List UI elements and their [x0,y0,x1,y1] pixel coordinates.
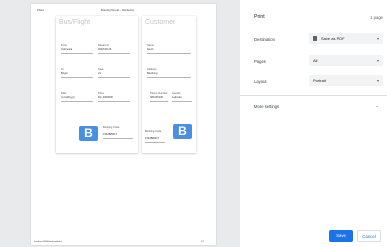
trip-field-from: From Indonesia [61,44,93,54]
destination-label: Destination [254,37,275,42]
field-underline [147,77,191,78]
field-underline [147,53,191,54]
page-count: 1 page [370,15,383,20]
field-value: Bandung [147,72,158,75]
field-value: Laki-laki [172,96,182,99]
field-label: Date [61,92,67,95]
field-value: Indonesia [61,48,73,51]
field-value: mm/dd/yyyy [61,96,75,99]
trip-field-price: Price Rp. 2000000 [98,92,130,102]
trip-booking-code: Booking Code 1542B89GT [103,126,133,139]
trip-field-seat: Seat 21 [98,68,130,78]
field-label: Depart At [98,44,109,47]
print-settings-panel: Print 1 page Destination Save as PDF ▾ P… [240,0,387,247]
field-value: 21 [98,72,101,75]
panel-divider [240,95,387,96]
field-value: Rp. 2000000 [98,96,113,99]
trip-card: Bus/Flight From Indonesia Depart At 2018… [56,16,138,153]
cancel-button[interactable]: Cancel [357,230,381,242]
customer-booking-code: Booking Code 1542B89GT [145,130,165,143]
save-button[interactable]: Save [329,230,353,242]
pages-select[interactable]: All ▾ [309,55,383,66]
field-label: Gender [172,92,181,95]
field-underline [61,101,93,102]
field-underline [172,101,192,102]
field-underline [98,53,130,54]
chevron-down-icon: ▾ [376,35,379,41]
field-label: Name [147,44,154,47]
customer-card: Customer Name Fauzi Address Bandung Phon… [142,16,196,153]
chevron-down-icon: ▾ [376,57,379,63]
field-label: From [61,44,68,47]
page-footer-url: localhost:8080/booking/ticket [34,241,63,243]
layout-select[interactable]: Portrait ▾ [309,75,383,86]
trip-card-title: Bus/Flight [59,19,91,26]
print-preview-area: 4/8/24 Boarding Receipt – Wanderlust Bus… [0,0,240,247]
pages-value: All [313,58,318,63]
field-underline [98,101,130,102]
field-underline [61,53,93,54]
preview-page: 4/8/24 Boarding Receipt – Wanderlust Bus… [31,4,216,245]
field-underline [98,77,130,78]
booking-code-label: Booking Code [145,130,162,133]
print-title: Print [254,14,265,20]
field-value: 081345125 [150,96,163,99]
field-underline [61,77,93,78]
customer-field-address: Address Bandung [147,68,191,78]
pages-label: Pages [254,59,266,64]
booking-code-label: Booking Code [103,126,120,129]
field-value: Bogor [61,72,68,75]
customer-field-phone: Phone Number 081345125 [150,92,168,102]
field-label: To [61,68,64,71]
customer-card-title: Customer [145,19,176,26]
trip-field-depart: Depart At 2018-08-16 [98,44,130,54]
page-footer-number: 1/1 [200,241,204,243]
customer-field-gender: Gender Laki-laki [172,92,192,102]
pdf-file-icon [313,35,317,41]
field-underline [150,101,168,102]
layout-value: Portrait [313,78,326,83]
field-underline [103,138,133,139]
chevron-down-icon[interactable]: ⌄ [375,103,379,109]
customer-field-name: Name Fauzi [147,44,191,54]
destination-value: Save as PDF [321,36,345,41]
page-header-title: Boarding Receipt – Wanderlust [101,9,134,12]
trip-field-to: To Bogor [61,68,93,78]
chevron-down-icon: ▾ [376,77,379,83]
booking-code-value: 1542B89GT [145,137,159,140]
trip-field-date: Date mm/dd/yyyy [61,92,93,102]
field-label: Phone Number [150,92,168,95]
field-label: Address [147,68,157,71]
field-underline [145,142,165,143]
brand-logo: B [173,124,192,139]
layout-label: Layout [254,79,267,84]
more-settings-toggle[interactable]: More settings [254,104,279,109]
page-header-date: 4/8/24 [37,9,44,12]
field-label: Seat [98,68,104,71]
field-value: 2018-08-16 [98,48,112,51]
booking-code-value: 1542B89GT [103,133,117,136]
field-value: Fauzi [147,48,154,51]
field-label: Price [98,92,104,95]
brand-logo: B [79,126,98,141]
destination-select[interactable]: Save as PDF ▾ [309,33,383,44]
